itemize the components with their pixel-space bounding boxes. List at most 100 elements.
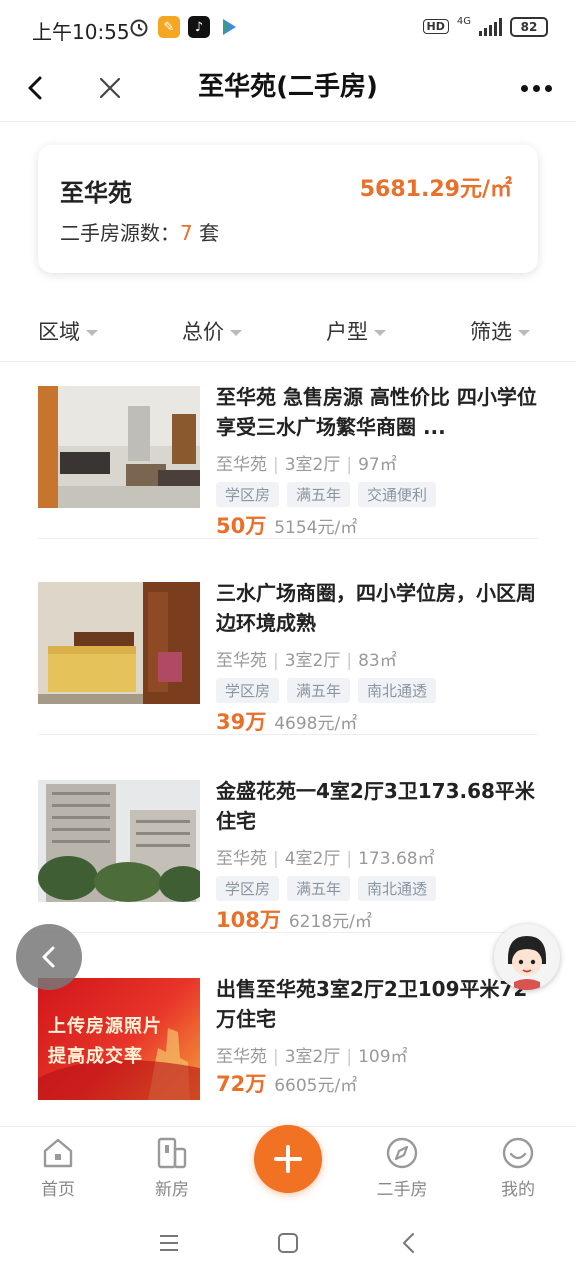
add-listing-button[interactable]: [254, 1125, 322, 1193]
listing-photo: [38, 582, 200, 704]
home-icon: [43, 1138, 73, 1168]
status-bar: 上午10:55 ✎ ♪ HD 4G 82: [0, 0, 576, 56]
tag: 南北通透: [358, 678, 437, 703]
community-summary-card: 至华苑 5681.29元/㎡ 二手房源数：7 套: [38, 145, 538, 273]
compass-icon: [386, 1137, 418, 1169]
listing-title: 至华苑 急售房源 高性价比 四小学位 享受三水广场繁华商圈 ...: [216, 385, 537, 439]
listing-title: 三水广场商圈，四小学位房，小区周边环境成熟: [216, 581, 536, 635]
filter-more[interactable]: 筛选: [470, 316, 530, 346]
screen: 上午10:55 ✎ ♪ HD 4G 82 至华苑(二手房) 至华苑 5681.2…: [0, 0, 576, 1280]
page-title: 至华苑(二手房): [198, 72, 378, 102]
avatar-icon: [494, 924, 560, 990]
top-nav-bar: 至华苑(二手房): [0, 56, 576, 122]
listing-count: 二手房源数：7 套: [60, 217, 219, 246]
total-price: 108万: [216, 908, 281, 932]
listing-item[interactable]: 三水广场商圈，四小学位房，小区周边环境成熟 至华苑 | 3室2厅 | 83㎡ 学区房 满…: [38, 560, 538, 735]
listing-title: 金盛花苑一4室2厅3卫173.68平米住宅: [216, 779, 535, 833]
tag: 南北通透: [358, 876, 437, 901]
tag: 学区房: [216, 876, 280, 901]
battery-icon: 82: [510, 16, 548, 37]
tag: 满五年: [287, 482, 351, 507]
listing-tags: 学区房 满五年 南北通透: [216, 876, 437, 901]
caret-down-icon: [230, 330, 242, 336]
floating-back-button[interactable]: [16, 924, 82, 990]
listing-price: 50万 5154元/㎡: [216, 510, 357, 540]
tab-home[interactable]: 首页: [18, 1135, 98, 1200]
notes-app-icon: ✎: [158, 16, 180, 38]
listing-price: 108万 6218元/㎡: [216, 904, 372, 934]
status-time: 上午10:55: [32, 20, 130, 44]
listing-photo: [38, 386, 200, 508]
listing-item[interactable]: 上传房源照片 提高成交率 出售至华苑3室2厅2卫109平米72万住宅 至华苑 | 3…: [38, 956, 538, 1131]
unit-price: 6218元/㎡: [288, 912, 372, 932]
plus-icon: [274, 1145, 302, 1173]
chevron-left-icon: [42, 946, 55, 968]
total-price: 50万: [216, 514, 267, 538]
placeholder-caption-line1: 上传房源照片: [48, 1016, 162, 1037]
placeholder-caption-line2: 提高成交率: [48, 1046, 143, 1067]
back-system-button[interactable]: [394, 1228, 424, 1258]
triangle-back-icon: [403, 1233, 414, 1253]
total-price: 72万: [216, 1072, 267, 1096]
play-store-icon: [223, 19, 236, 35]
alarm-icon: [130, 19, 148, 37]
listing-tags: 学区房 满五年 交通便利: [216, 482, 437, 507]
tag: 满五年: [287, 876, 351, 901]
home-system-button[interactable]: [273, 1228, 303, 1258]
system-nav-bar: [0, 1204, 576, 1280]
listing-photo: [38, 780, 200, 902]
listing-item[interactable]: 金盛花苑一4室2厅3卫173.68平米住宅 至华苑 | 4室2厅 | 173.68㎡ 学…: [38, 758, 538, 933]
tab-second-hand-label: 二手房: [376, 1180, 428, 1200]
tab-home-label: 首页: [41, 1180, 75, 1200]
smile-icon: [502, 1137, 534, 1169]
listing-count-unit: 套: [199, 221, 220, 245]
tag: 学区房: [216, 678, 280, 703]
tab-mine-label: 我的: [501, 1180, 535, 1200]
tag: 学区房: [216, 482, 280, 507]
listing-price: 72万 6605元/㎡: [216, 1068, 357, 1098]
listing-price: 39万 4698元/㎡: [216, 706, 357, 736]
tag: 满五年: [287, 678, 351, 703]
listing-item[interactable]: 至华苑 急售房源 高性价比 四小学位 享受三水广场繁华商圈 ... 至华苑 | 3室…: [38, 364, 538, 539]
recent-apps-button[interactable]: [154, 1228, 184, 1258]
bottom-tab-bar: 首页 新房 二手房 我的: [0, 1125, 576, 1204]
tab-second-hand[interactable]: 二手房: [362, 1135, 442, 1200]
tab-new-house[interactable]: 新房: [132, 1135, 212, 1200]
listing-meta: 至华苑 | 3室2厅 | 83㎡: [216, 651, 397, 671]
network-type: 4G: [456, 16, 471, 27]
listing-meta: 至华苑 | 4室2厅 | 173.68㎡: [216, 849, 435, 869]
listing-count-label: 二手房源数：: [60, 221, 180, 245]
menu-icon: [160, 1235, 178, 1251]
caret-down-icon: [86, 330, 98, 336]
hd-badge: HD: [422, 19, 449, 34]
filter-region[interactable]: 区域: [38, 316, 98, 346]
listing-title: 出售至华苑3室2厅2卫109平米72万住宅: [216, 977, 528, 1031]
unit-price: 4698元/㎡: [274, 714, 358, 734]
listing-tags: 学区房 满五年 南北通透: [216, 678, 437, 703]
listing-meta: 至华苑 | 3室2厅 | 109㎡: [216, 1047, 408, 1067]
filter-layout[interactable]: 户型: [326, 316, 386, 346]
community-name: 至华苑: [60, 179, 132, 207]
average-price: 5681.29元/㎡: [359, 177, 512, 202]
assistant-avatar-button[interactable]: [494, 924, 560, 990]
square-icon: [278, 1233, 298, 1253]
more-menu-button[interactable]: [516, 70, 556, 106]
unit-price: 6605元/㎡: [274, 1076, 358, 1096]
tiktok-app-icon: ♪: [188, 16, 210, 38]
caret-down-icon: [518, 330, 530, 336]
signal-icon: [479, 17, 502, 36]
tab-mine[interactable]: 我的: [478, 1135, 558, 1200]
listing-meta: 至华苑 | 3室2厅 | 97㎡: [216, 455, 397, 475]
unit-price: 5154元/㎡: [274, 518, 358, 538]
listing-count-value: 7: [180, 221, 193, 245]
listing-photo-placeholder: 上传房源照片 提高成交率: [38, 978, 200, 1100]
filter-total-price[interactable]: 总价: [182, 316, 242, 346]
caret-down-icon: [374, 330, 386, 336]
filter-bar: 区域 总价 户型 筛选: [0, 300, 576, 362]
status-app-icons: ✎ ♪: [128, 16, 240, 38]
tab-new-house-label: 新房: [155, 1180, 189, 1200]
building-icon: [157, 1137, 187, 1169]
tag: 交通便利: [358, 482, 437, 507]
total-price: 39万: [216, 710, 267, 734]
status-right: HD 4G 82: [422, 16, 548, 37]
